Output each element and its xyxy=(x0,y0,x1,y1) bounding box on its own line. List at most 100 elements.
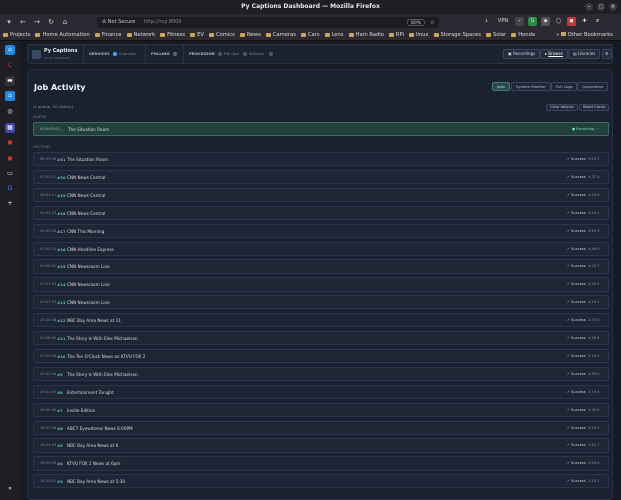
google-icon[interactable]: G xyxy=(5,184,15,194)
job-status: ✓ Success xyxy=(567,264,586,269)
grammar-icon[interactable]: G xyxy=(528,17,537,26)
bookmark-folder[interactable]: Home Automation xyxy=(35,32,90,38)
reset-cache-button[interactable]: Reset Cache xyxy=(579,104,610,111)
maximize-icon[interactable]: □ xyxy=(597,3,605,11)
tab-full-logs[interactable]: Full Logs xyxy=(551,82,578,91)
libraries-button[interactable]: ▤ Libraries xyxy=(568,49,601,59)
job-channel: #5 xyxy=(57,443,63,449)
puzzle-icon[interactable]: ✚ xyxy=(580,17,589,26)
other-bookmarks[interactable]: » Other Bookmarks xyxy=(556,30,613,40)
add-panel-icon[interactable]: + xyxy=(5,199,15,209)
recordings-button[interactable]: ▣ Recordings xyxy=(503,49,541,59)
tab-list-icon[interactable]: ▾ xyxy=(4,17,14,27)
job-time: 20:01:55 xyxy=(40,389,57,394)
shield-icon[interactable]: ◆ xyxy=(541,17,550,26)
bookmark-folder[interactable]: Projects xyxy=(3,32,30,38)
not-secure-indicator[interactable]: ⊘ Not Secure xyxy=(102,17,135,28)
job-status: ✓ Success xyxy=(567,282,586,287)
processor-status[interactable]: PROCESSORFile Ops Whisper Privacy xyxy=(183,45,283,74)
services-status[interactable]: SERVICESChannels DVR xyxy=(83,45,143,74)
job-channel: #31 xyxy=(57,157,66,162)
job-duration: 4:46.9 xyxy=(588,246,600,251)
app-header: Py Captions v1.0.0 dashboard SERVICES Cha… xyxy=(27,44,613,74)
job-status: ✓ Success xyxy=(567,192,586,197)
vpn-button[interactable]: VPN xyxy=(495,17,511,26)
table-row[interactable]: 18:01:58 #6 ABC7 Eyewitness News 6:00PM ✓ S… xyxy=(33,420,609,435)
table-row[interactable]: 03:02:15 #16 CNN Headline Express ✓ Success… xyxy=(33,241,609,256)
table-row[interactable]: 20:01:55 #8 Entertainment Tonight ✓ Success… xyxy=(33,384,609,399)
job-show: The Story Is With Elex Michaelson xyxy=(67,371,138,377)
bookmark-folder[interactable]: Comics xyxy=(208,32,235,38)
bookmark-folder[interactable]: EV xyxy=(190,32,204,38)
bookmark-folder[interactable]: Storage Spaces xyxy=(433,32,481,38)
note-icon[interactable]: ▭ xyxy=(5,169,15,179)
bookmark-star-icon[interactable]: ☆ xyxy=(430,17,435,28)
url-text[interactable]: http://ruy:8000 xyxy=(144,17,182,28)
table-row[interactable]: 19:30:30 #7 Inside Edition ✓ Success 2:30.9 xyxy=(33,402,609,417)
bookmark-folder[interactable]: Solar xyxy=(485,32,506,38)
terminal-icon[interactable]: ▬ xyxy=(5,76,15,86)
bookmark-folder[interactable]: Cars xyxy=(300,32,320,38)
home-assistant-icon[interactable]: ⌂ xyxy=(5,45,15,55)
bookmark-folder[interactable]: linux xyxy=(408,32,429,38)
table-row[interactable]: 05:01:33 #18 CNN News Central ✓ Success 4:24… xyxy=(33,205,609,220)
forward-icon[interactable]: → xyxy=(32,17,42,27)
tab-system-monitor[interactable]: System Monitor xyxy=(511,82,551,91)
zoom-level[interactable]: 80% xyxy=(406,19,425,26)
table-row[interactable]: 18:00:43 #4 KTVU FOX 2 News at 6pm ✓ Succes… xyxy=(33,456,609,471)
table-row[interactable]: 23:06:30 #11 The Story Is With Elex Michae… xyxy=(33,331,609,346)
bookmark-folder[interactable]: News xyxy=(239,32,261,38)
table-row[interactable]: 23:30:38 #12 NBC Bay Area News at 11 ✓ Succ… xyxy=(33,313,609,328)
account-icon[interactable]: ◯ xyxy=(554,17,563,26)
expand-sidebar-icon[interactable]: » xyxy=(5,484,15,494)
home-icon[interactable]: ⌂ xyxy=(60,17,70,27)
table-row[interactable]: 07:01:21 #20 CNN News Central ✓ Success 4:37… xyxy=(33,169,609,185)
job-status: ✓ Success xyxy=(567,407,586,412)
table-row[interactable]: 08:01:30 #31 The Situation Room ✓ Success 5:… xyxy=(33,152,609,167)
queue-row[interactable]: 0:00:00:00 — The Situation Room ● Record… xyxy=(33,122,609,136)
ext2-icon[interactable]: ◼ xyxy=(567,17,576,26)
tab-jobs[interactable]: Jobs xyxy=(492,82,510,91)
url-bar[interactable]: ⊘ Not Secure http://ruy:8000 80% ☆ xyxy=(97,17,439,28)
record-icon[interactable]: ● xyxy=(5,154,15,164)
globe-icon[interactable]: ◎ xyxy=(5,107,15,117)
bookmark-folder[interactable]: Honda xyxy=(511,32,535,38)
settings-gear-icon[interactable]: ⚙ xyxy=(602,49,612,59)
bookmark-folder[interactable]: Cameras xyxy=(265,32,296,38)
table-row[interactable]: 00:01:33 #13 CNN Newsroom Live ✓ Success 4:1… xyxy=(33,295,609,310)
c-app-icon[interactable]: C xyxy=(5,61,15,71)
tab-quarantine[interactable]: Quarantine xyxy=(577,82,609,91)
bookmark-folder[interactable]: Ham Radio xyxy=(348,32,384,38)
table-row[interactable]: 04:02:18 #17 CNN This Morning ✓ Success 4:40… xyxy=(33,223,609,238)
table-row[interactable]: 18:00:01 #3 NBC Bay Area News at 5:30 ✓ Suc… xyxy=(33,474,609,489)
fruit-icon[interactable]: ● xyxy=(5,138,15,148)
job-show: CNN Newsroom Live xyxy=(67,282,110,288)
home-icon[interactable]: ⌂ xyxy=(5,91,15,101)
table-row[interactable]: 03:00:01 #15 CNN Newsroom Live ✓ Success 4:0… xyxy=(33,259,609,274)
table-row[interactable]: 01:01:53 #14 CNN Newsroom Live ✓ Success 4:3… xyxy=(33,277,609,292)
back-icon[interactable]: ← xyxy=(18,17,28,27)
polling-status[interactable]: POLLING xyxy=(145,45,181,63)
bookmark-folder[interactable]: Finance xyxy=(94,32,122,38)
clear-failures-button[interactable]: Clear failures xyxy=(546,104,578,111)
menu-icon[interactable]: ≡ xyxy=(593,17,602,26)
app-icon[interactable]: ▦ xyxy=(5,123,15,133)
bookmark-folder[interactable]: Fitness xyxy=(160,32,185,38)
bookmark-folder[interactable]: RPi xyxy=(388,32,404,38)
table-row[interactable]: 18:03:53 #5 NBC Bay Area News at 6 ✓ Succes… xyxy=(33,438,609,453)
reload-icon[interactable]: ↻ xyxy=(46,17,56,27)
table-row[interactable]: 22:02:58 #9 The Story Is With Elex Michael… xyxy=(33,366,609,382)
table-row[interactable]: 23:05:43 #10 The Ten O'Clock News on KTVU … xyxy=(33,348,609,364)
job-show: The Story Is With Elex Michaelson xyxy=(67,336,138,341)
bookmark-folder[interactable]: Network xyxy=(126,32,155,38)
download-icon[interactable]: ↓ xyxy=(482,17,491,26)
job-duration: 5:03.7 xyxy=(588,157,600,161)
job-time: 18:03:53 xyxy=(40,443,57,448)
bookmark-folder[interactable]: Lens xyxy=(324,32,344,38)
job-duration: 4:19.1 xyxy=(588,300,600,305)
minimize-icon[interactable]: – xyxy=(585,3,593,11)
table-row[interactable]: 06:01:11 #19 CNN News Central ✓ Success 4:34… xyxy=(33,187,609,203)
browse-button[interactable]: ▸ Browse xyxy=(540,49,568,59)
extension-icon[interactable]: ✓ xyxy=(515,17,524,26)
close-icon[interactable]: × xyxy=(609,3,617,11)
